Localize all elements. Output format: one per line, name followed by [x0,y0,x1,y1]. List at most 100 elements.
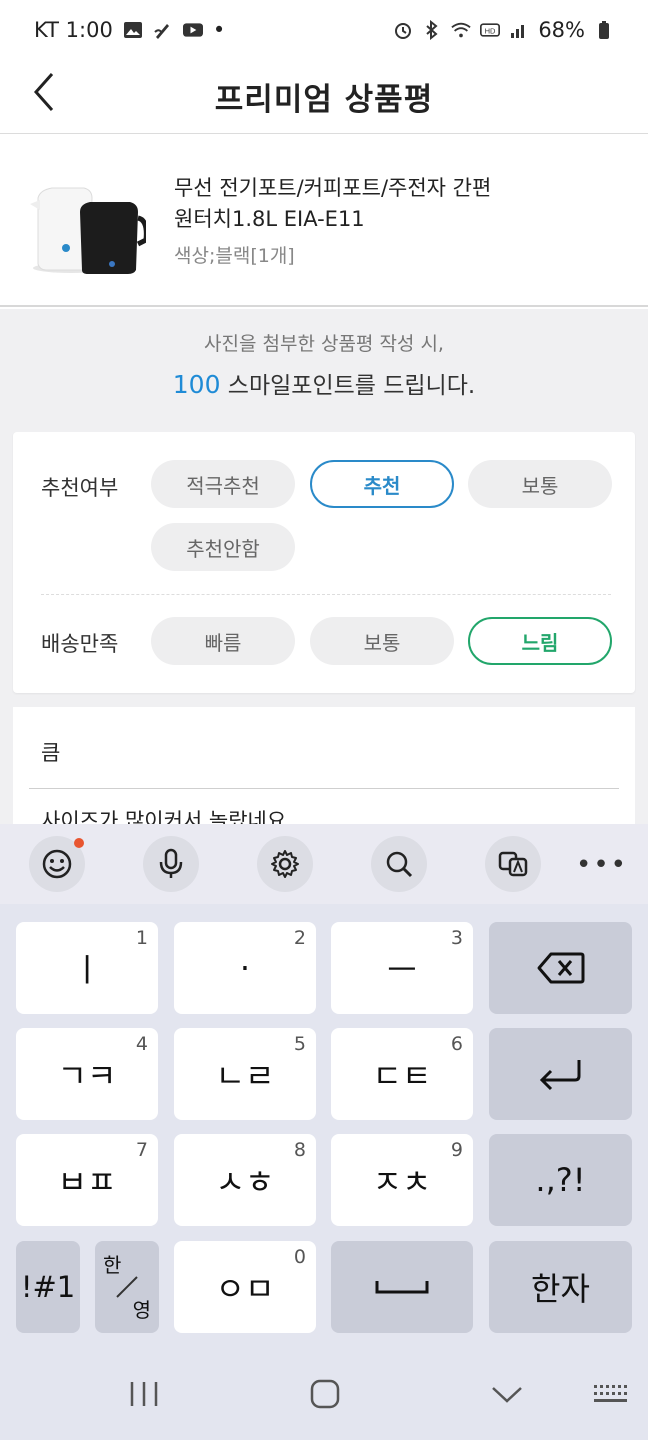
status-bar: KT 1:00 • HD 68% [0,0,648,60]
keyboard: ㅣ1 · 2 ㅡ3 ㄱㅋ 4 ㄴㄹ 5 ㄷㅌ 6 ㅂㅍ 7 ㅅㅎ 8 ㅈㅊ 9 .,?! !#… [0,904,648,1346]
key-number: 7 [135,1139,148,1161]
hanja-key[interactable]: 한자 [489,1241,632,1333]
keyboard-icon [594,1385,627,1402]
language-switch-key[interactable]: 한 영 [95,1241,159,1333]
key-number: 1 [135,927,148,949]
key-number: 8 [293,1139,306,1161]
youtube-icon [182,20,203,40]
lang-korean-label: 한 [103,1253,122,1277]
enter-key[interactable] [489,1028,632,1120]
product-name[interactable]: 무선 전기포트/커피포트/주전자 간편원터치1.8L EIA-E11 [174,173,504,235]
chip-recommend[interactable]: 추천 [310,460,454,508]
delivery-label: 배송만족 [41,632,119,656]
hd-icon: HD [480,20,501,40]
product-image [26,160,149,280]
key-nieun[interactable]: ㄴㄹ 5 [174,1028,316,1120]
key-vowel-dot[interactable]: · 2 [174,922,316,1014]
microphone-icon [159,848,183,878]
gallery-icon [123,20,143,40]
battery-icon [594,20,614,40]
chip-not-recommend[interactable]: 추천안함 [151,523,295,571]
key-vowel-eu[interactable]: ㅡ3 [331,922,473,1014]
key-bieup[interactable]: ㅂㅍ 7 [16,1134,158,1226]
review-title-input[interactable]: 큼 [41,737,60,767]
key-label: ㄷㅌ [372,1057,432,1095]
wifi-icon [451,20,471,40]
notification-dot: • [212,18,226,42]
key-vowel-i[interactable]: ㅣ1 [16,922,158,1014]
chip-strong-recommend[interactable]: 적극추천 [151,460,295,508]
notification-badge [74,838,84,848]
battery-percent: 68% [538,18,585,42]
review-card: 큼 사이즈가 많이커서 놀랐네요 [13,707,635,824]
key-label: ㄱㅋ [57,1057,117,1095]
key-giyeok[interactable]: ㄱㅋ 4 [16,1028,158,1120]
key-jieut[interactable]: ㅈㅊ 9 [331,1134,473,1226]
key-number: 3 [450,927,463,949]
divider [41,594,611,595]
notice-line2: 100 스마일포인트를 드립니다. [0,366,648,400]
home-button[interactable] [297,1372,353,1416]
backspace-icon [537,952,584,984]
chip-fast[interactable]: 빠름 [151,617,295,665]
alarm-icon [393,20,413,40]
review-body-input[interactable]: 사이즈가 많이커서 놀랐네요 [41,805,286,824]
space-key[interactable] [331,1241,473,1333]
key-number: 6 [450,1033,463,1055]
keyboard-toolbar: ••• [0,824,648,904]
rating-card: 추천여부 적극추천 추천 보통 추천안함 배송만족 빠름 보통 느림 [13,432,635,693]
product-summary: 무선 전기포트/커피포트/주전자 간편원터치1.8L EIA-E11 색상;블랙… [0,135,648,307]
product-option: 색상;블랙[1개] [174,244,295,267]
key-label: ㅣ [72,951,102,989]
symbols-key[interactable]: !#1 [16,1241,80,1333]
pen-icon [153,20,173,40]
carrier-time: KT 1:00 [34,18,113,42]
back-button[interactable] [24,72,64,112]
key-label: ㄴㄹ [215,1057,275,1095]
settings-button[interactable] [257,836,313,892]
product-info: 무선 전기포트/커피포트/주전자 간편원터치1.8L EIA-E11 색상;블랙… [174,173,504,268]
chevron-down-icon [492,1387,522,1403]
recents-button[interactable] [116,1372,172,1416]
keyboard-switch-button[interactable] [582,1372,638,1416]
key-digeut[interactable]: ㄷㅌ 6 [331,1028,473,1120]
divider [29,788,619,789]
key-siot[interactable]: ㅅㅎ 8 [174,1134,316,1226]
key-label: ㅈㅊ [372,1163,432,1201]
backspace-key[interactable] [489,922,632,1014]
key-ieung[interactable]: ㅇㅁ 0 [174,1241,316,1333]
more-options-button[interactable]: ••• [576,850,628,880]
search-button[interactable] [371,836,427,892]
points-amount: 100 [172,370,221,399]
key-label: ㅇㅁ [215,1270,275,1308]
chip-slow[interactable]: 느림 [468,617,612,665]
space-icon [375,1281,429,1294]
key-label: ㅡ [387,951,417,989]
key-number: 4 [135,1033,148,1055]
translate-button[interactable] [485,836,541,892]
search-icon [386,851,413,878]
svg-text:HD: HD [485,26,496,35]
recommend-label: 추천여부 [41,476,119,500]
key-label: ㅅㅎ [215,1163,275,1201]
points-notice: 사진을 첨부한 상품평 작성 시, 100 스마일포인트를 드립니다. [0,329,648,400]
key-number: 2 [293,927,306,949]
notice-line2-text: 스마일포인트를 드립니다. [220,373,476,399]
punctuation-key[interactable]: .,?! [489,1134,632,1226]
bluetooth-icon [422,20,442,40]
home-icon [310,1379,340,1409]
translate-icon [498,851,528,877]
hide-keyboard-button[interactable] [479,1372,535,1416]
enter-icon [539,1060,580,1091]
key-number: 9 [450,1139,463,1161]
system-nav-bar [0,1346,648,1440]
lang-english-label: 영 [132,1298,151,1322]
notice-line1: 사진을 첨부한 상품평 작성 시, [204,333,444,355]
key-number: 5 [293,1033,306,1055]
signal-icon [509,20,529,40]
chip-delivery-normal[interactable]: 보통 [310,617,454,665]
chip-recommend-normal[interactable]: 보통 [468,460,612,508]
emoji-icon [42,849,72,879]
key-label: ㅂㅍ [57,1163,117,1201]
voice-input-button[interactable] [143,836,199,892]
